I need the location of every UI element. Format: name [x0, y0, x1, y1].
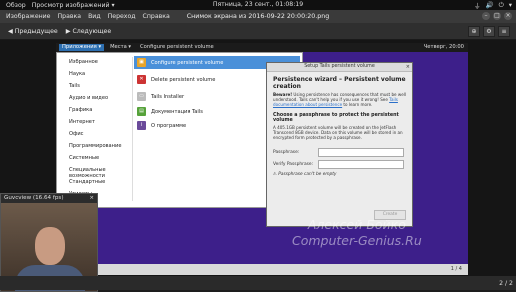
dialog-title-bar: Setup Tails persistent volume × [267, 63, 412, 72]
network-icon: ⏚ [473, 2, 481, 10]
tails-top-bar: Приложения ▾ Места ▾ Configure persisten… [56, 43, 468, 52]
close-icon[interactable]: × [504, 12, 512, 20]
passphrase-warning: ⚠ Passphrase can't be empty [273, 172, 406, 177]
app-label: Delete persistent volume [151, 76, 216, 83]
warning-text: Passphrase can't be empty [278, 172, 337, 177]
tails-clock: Четверг, 20:00 [423, 44, 464, 50]
app-label: Документация Tails [151, 108, 203, 115]
docs-icon: ▤ [137, 107, 146, 116]
viewer-statusbar [0, 276, 516, 290]
category-item[interactable]: Интернет [69, 119, 95, 125]
displayed-screenshot: Приложения ▾ Места ▾ Configure persisten… [56, 43, 468, 275]
minimize-icon[interactable]: – [482, 12, 490, 20]
next-button[interactable]: ▶ Следующее [66, 28, 111, 35]
watermark: Алексей Бойко Computer-Genius.Ru [292, 217, 422, 249]
arrow-left-icon: ◀ [8, 27, 13, 35]
power-icon: ⏻ [498, 0, 504, 9]
watermark-name: Алексей Бойко [307, 217, 406, 232]
delete-icon: ✕ [137, 75, 146, 84]
persistence-icon: ▣ [137, 58, 146, 67]
verify-passphrase-row: Verify Passphrase: [273, 160, 406, 169]
page-indicator: 2 / 2 [499, 280, 513, 287]
window-title: Снимок экрана из 2016-09-22 20:00:20.png [186, 13, 330, 20]
previous-label: Предыдущее [14, 27, 58, 35]
passphrase-row: Passphrase: [273, 148, 406, 157]
close-icon[interactable]: × [406, 63, 410, 71]
category-item[interactable]: Стандартные [69, 179, 105, 185]
category-item[interactable]: Системные [69, 155, 99, 161]
category-item[interactable]: Офис [69, 131, 83, 137]
verify-passphrase-input[interactable] [318, 160, 404, 169]
category-item[interactable]: Tails [69, 83, 80, 89]
window-controls: – □ × [482, 12, 512, 20]
installer-icon: ▭ [137, 92, 146, 101]
previous-button[interactable]: ◀ Предыдущее [8, 28, 58, 35]
tails-bottom-bar: 1 / 4 [56, 264, 468, 275]
viewer-toolbar: ◀ Предыдущее ▶ Следующее ⊕ ⚙ ≡ [0, 23, 516, 40]
category-item[interactable]: Наука [69, 71, 85, 77]
gear-icon[interactable]: ⚙ [483, 26, 495, 37]
intro-body: Using persistence has consequences that … [273, 92, 407, 102]
tails-active-window-button[interactable]: Configure persistent volume [137, 44, 217, 51]
volume-info-text: A 405.1GB persistent volume will be crea… [273, 125, 403, 140]
menu-divider [132, 57, 133, 201]
category-item[interactable]: Избранное [69, 59, 98, 65]
passphrase-heading: Choose a passphrase to protect the persi… [273, 113, 399, 123]
maximize-icon[interactable]: □ [493, 12, 501, 20]
category-item[interactable]: Специальные возможности [69, 167, 132, 179]
intro-end: to learn more. [342, 102, 373, 107]
system-tray[interactable]: ⏚ 🔊 ⏻ ▾ [473, 0, 512, 11]
category-item[interactable]: Аудио и видео [69, 95, 108, 101]
workspace-pager[interactable]: 1 / 4 [451, 266, 462, 272]
close-icon[interactable]: × [89, 194, 94, 203]
toolbar-right: ⊕ ⚙ ≡ [468, 26, 510, 37]
about-icon: i [137, 121, 146, 130]
gnome-top-bar: Обзор Просмотр изображений ▾ Пятница, 23… [0, 0, 516, 10]
category-item[interactable]: Графика [69, 107, 92, 113]
next-label: Следующее [72, 27, 112, 35]
category-list: Избранное Наука Tails Аудио и видео Граф… [57, 53, 132, 207]
tails-places-menu-button[interactable]: Места ▾ [107, 44, 134, 51]
category-item[interactable]: Программирование [69, 143, 121, 149]
passphrase-label: Passphrase: [273, 150, 300, 155]
tails-apps-menu-button[interactable]: Приложения ▾ [59, 44, 105, 51]
dialog-title: Setup Tails persistent volume [304, 64, 375, 69]
volume-icon: 🔊 [485, 1, 494, 9]
person-face [35, 227, 65, 265]
clock[interactable]: Пятница, 23 сент., 01:08:19 [0, 1, 516, 8]
chevron-down-icon: ▾ [508, 1, 512, 9]
verify-passphrase-label: Verify Passphrase: [273, 162, 314, 167]
wizard-heading: Persistence wizard – Persistent volume c… [273, 76, 406, 90]
app-label: О программе [151, 122, 187, 129]
app-label: Configure persistent volume [151, 59, 224, 66]
menu-icon[interactable]: ≡ [498, 26, 510, 37]
intro-text: Beware! Using persistence has consequenc… [273, 92, 406, 107]
webcam-title: Guvcview (16.64 fps) [4, 195, 64, 201]
zoom-icon[interactable]: ⊕ [468, 26, 480, 37]
arrow-right-icon: ▶ [65, 27, 71, 35]
webcam-title-bar: Guvcview (16.64 fps) × [1, 194, 97, 203]
app-label: Tails Installer [151, 93, 185, 100]
persistence-wizard-dialog: Setup Tails persistent volume × Persiste… [266, 62, 413, 227]
passphrase-input[interactable] [318, 148, 404, 157]
watermark-site: Computer-Genius.Ru [292, 233, 422, 248]
